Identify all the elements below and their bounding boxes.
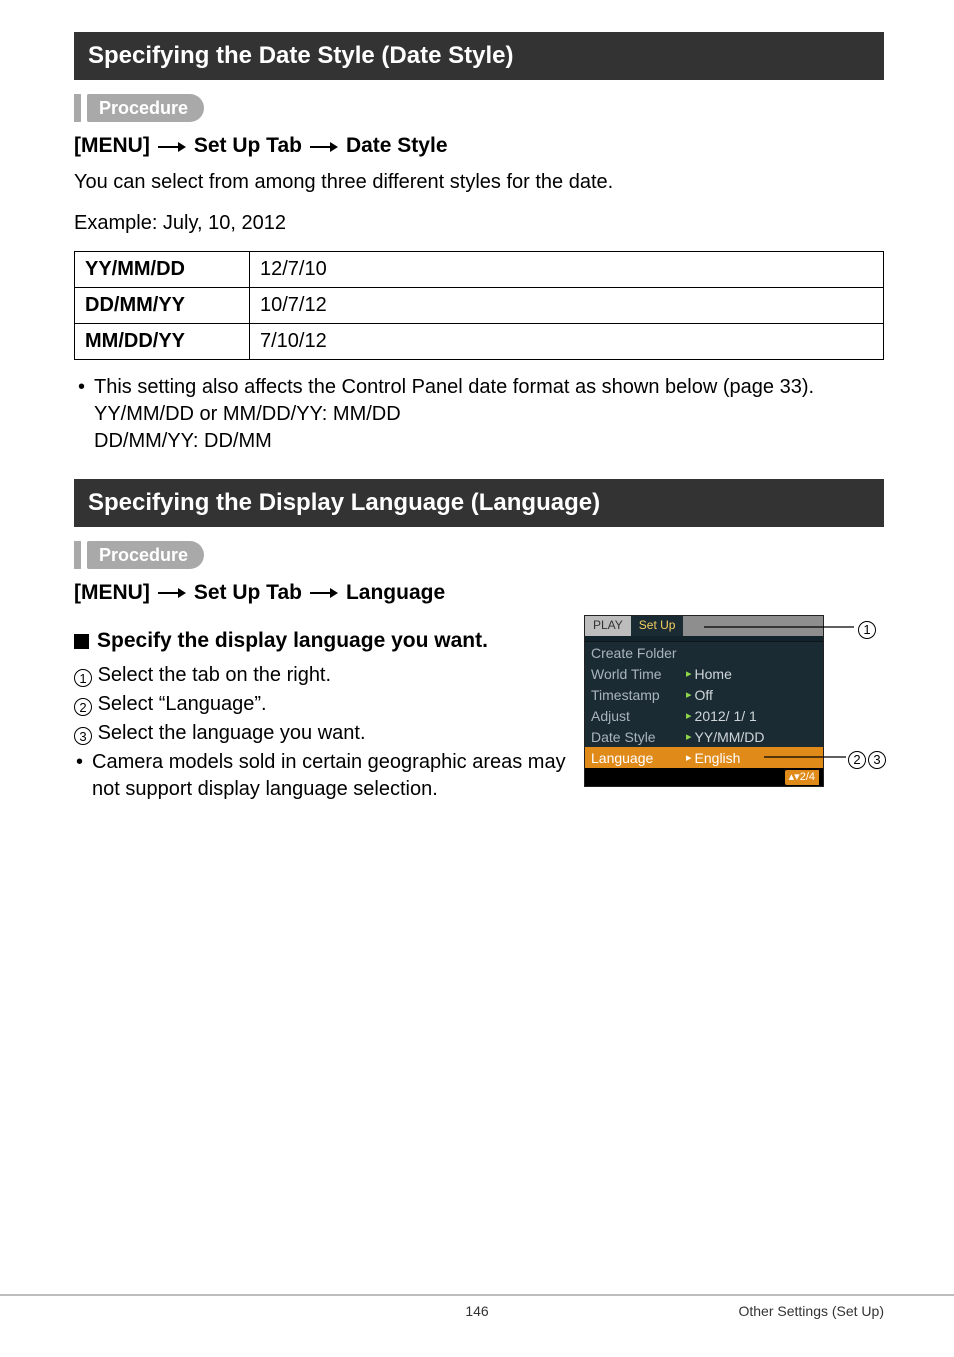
- menu-value: 2012/ 1/ 1: [695, 707, 757, 726]
- procedure-tab: Procedure: [87, 541, 204, 569]
- arrow-right-icon: [158, 140, 186, 154]
- fmt-value: 12/7/10: [250, 251, 884, 287]
- triangle-right-icon: ▸: [686, 730, 692, 745]
- menu-value: Off: [695, 686, 713, 705]
- triangle-right-icon: ▸: [686, 751, 692, 766]
- camera-menu-screenshot: PLAY Set Up Create Folder World Time ▸ H…: [584, 615, 884, 787]
- specify-heading-text: Specify the display language you want.: [97, 627, 488, 655]
- menu-timestamp: Timestamp ▸ Off: [585, 684, 823, 705]
- menu-adjust: Adjust ▸ 2012/ 1/ 1: [585, 705, 823, 726]
- step-3: 3 Select the language you want.: [74, 720, 574, 747]
- date-style-note: This setting also affects the Control Pa…: [74, 374, 884, 455]
- menu-label: World Time: [591, 665, 686, 684]
- path-language: Language: [346, 579, 445, 607]
- menu-value: English: [695, 749, 741, 768]
- menu-create-folder: Create Folder: [585, 642, 823, 663]
- circled-1-icon: 1: [858, 621, 876, 639]
- fmt-value: 10/7/12: [250, 287, 884, 323]
- date-style-heading: Specifying the Date Style (Date Style): [74, 32, 884, 80]
- triangle-right-icon: ▸: [686, 667, 692, 682]
- language-note: Camera models sold in certain geographic…: [74, 749, 574, 803]
- step-1: 1 Select the tab on the right.: [74, 662, 574, 689]
- table-row: MM/DD/YY 7/10/12: [75, 323, 884, 359]
- pager-text: ▴▾2/4: [785, 770, 819, 785]
- circled-1-icon: 1: [74, 669, 92, 687]
- date-style-example: Example: July, 10, 2012: [74, 210, 884, 237]
- step-text: Select the tab on the right.: [98, 664, 332, 686]
- tab-play: PLAY: [585, 616, 631, 636]
- menu-value: YY/MM/DD: [695, 728, 765, 747]
- procedure-bar-icon: [74, 94, 81, 122]
- path-setup: Set Up Tab: [194, 132, 302, 160]
- path-menu: [MENU]: [74, 132, 150, 160]
- arrow-right-icon: [310, 586, 338, 600]
- menu-value: Home: [695, 665, 732, 684]
- square-bullet-icon: [74, 634, 89, 649]
- menu-date-style: Date Style ▸ YY/MM/DD: [585, 726, 823, 747]
- step-text: Select the language you want.: [98, 722, 366, 744]
- callout-2: 2: [848, 748, 866, 769]
- arrow-right-icon: [310, 140, 338, 154]
- specify-heading: Specify the display language you want.: [74, 627, 574, 655]
- note-line: This setting also affects the Control Pa…: [94, 376, 814, 398]
- circled-2-icon: 2: [848, 751, 866, 769]
- path-menu: [MENU]: [74, 579, 150, 607]
- procedure-bar-icon: [74, 541, 81, 569]
- callout-3: 3: [868, 748, 886, 769]
- menu-path-date-style: [MENU] Set Up Tab Date Style: [74, 132, 884, 160]
- date-style-intro: You can select from among three differen…: [74, 169, 884, 196]
- table-row: YY/MM/DD 12/7/10: [75, 251, 884, 287]
- procedure-tab: Procedure: [87, 94, 204, 122]
- path-date-style: Date Style: [346, 132, 448, 160]
- step-2: 2 Select “Language”.: [74, 691, 574, 718]
- circled-2-icon: 2: [74, 698, 92, 716]
- note-line: YY/MM/DD or MM/DD/YY: MM/DD: [94, 401, 884, 428]
- menu-language: Language ▸ English: [585, 747, 823, 768]
- menu-label: Timestamp: [591, 686, 686, 705]
- menu-world-time: World Time ▸ Home: [585, 663, 823, 684]
- menu-label: Date Style: [591, 728, 686, 747]
- fmt-value: 7/10/12: [250, 323, 884, 359]
- procedure-row-2: Procedure: [74, 541, 884, 569]
- page-footer: 146 Other Settings (Set Up): [0, 1294, 954, 1321]
- fmt-label: DD/MM/YY: [75, 287, 250, 323]
- date-format-table: YY/MM/DD 12/7/10 DD/MM/YY 10/7/12 MM/DD/…: [74, 251, 884, 360]
- note-line: DD/MM/YY: DD/MM: [94, 428, 884, 455]
- language-heading: Specifying the Display Language (Languag…: [74, 479, 884, 527]
- circled-3-icon: 3: [74, 727, 92, 745]
- footer-section: Other Settings (Set Up): [738, 1302, 884, 1321]
- arrow-right-icon: [158, 586, 186, 600]
- triangle-right-icon: ▸: [686, 709, 692, 724]
- menu-label: Adjust: [591, 707, 686, 726]
- step-text: Select “Language”.: [98, 693, 267, 715]
- procedure-row-1: Procedure: [74, 94, 884, 122]
- fmt-label: MM/DD/YY: [75, 323, 250, 359]
- tab-setup: Set Up: [631, 616, 684, 636]
- menu-path-language: [MENU] Set Up Tab Language: [74, 579, 884, 607]
- menu-pager: ▴▾2/4: [585, 768, 823, 786]
- path-setup: Set Up Tab: [194, 579, 302, 607]
- menu-label: Language: [591, 749, 686, 768]
- table-row: DD/MM/YY 10/7/12: [75, 287, 884, 323]
- callout-1: 1: [858, 618, 876, 639]
- triangle-right-icon: ▸: [686, 688, 692, 703]
- circled-3-icon: 3: [868, 751, 886, 769]
- fmt-label: YY/MM/DD: [75, 251, 250, 287]
- menu-label: Create Folder: [591, 644, 686, 663]
- page-number: 146: [465, 1302, 488, 1321]
